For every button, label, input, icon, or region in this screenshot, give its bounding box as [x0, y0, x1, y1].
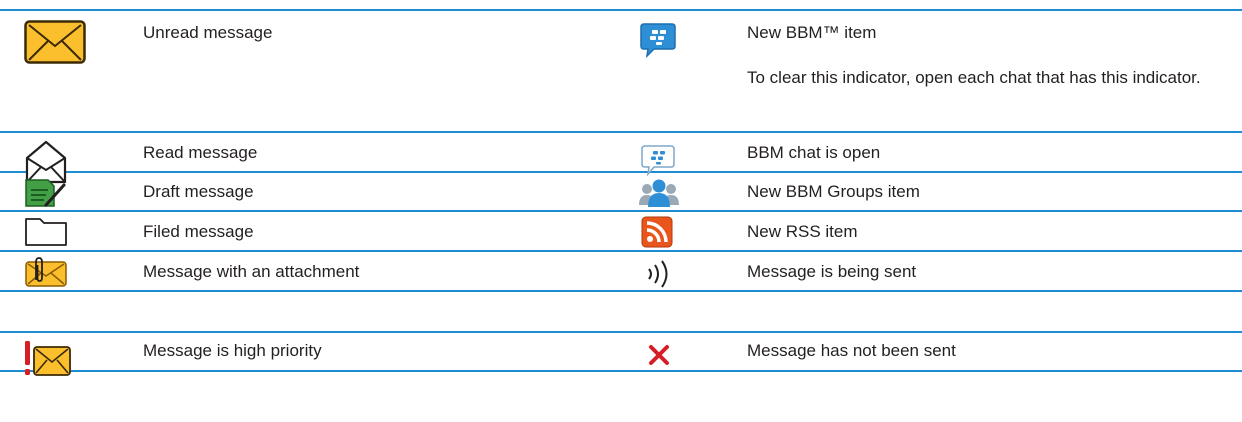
row-divider	[0, 171, 1242, 173]
bbm-groups-icon	[639, 179, 679, 207]
indicator-note: To clear this indicator, open each chat …	[747, 68, 1201, 87]
unread-envelope-icon	[24, 20, 86, 64]
row-divider	[0, 131, 1242, 133]
row-divider	[0, 290, 1242, 292]
indicator-label: Message has not been sent	[747, 341, 956, 360]
indicator-label: Message with an attachment	[143, 262, 360, 281]
bbm-chat-open-icon	[641, 145, 675, 176]
rss-icon	[641, 216, 673, 248]
indicator-label: New RSS item	[747, 222, 858, 241]
indicator-label: Read message	[143, 143, 258, 162]
row-divider	[0, 331, 1242, 333]
row-divider	[0, 210, 1242, 212]
sending-waves-icon	[648, 260, 668, 288]
attachment-envelope-icon	[25, 257, 67, 287]
indicator-label: BBM chat is open	[747, 143, 881, 162]
row-divider	[0, 370, 1242, 372]
indicator-label: Filed message	[143, 222, 254, 241]
folder-icon	[25, 218, 67, 246]
indicator-label: New BBM Groups item	[747, 182, 920, 201]
indicator-label: Draft message	[143, 182, 254, 201]
draft-message-icon	[25, 179, 66, 207]
indicator-label: Message is high priority	[143, 341, 322, 360]
bbm-new-item-icon	[640, 23, 676, 58]
indicator-label: Unread message	[143, 23, 273, 42]
row-divider	[0, 250, 1242, 252]
not-sent-x-icon	[649, 345, 669, 365]
row-divider	[0, 9, 1242, 11]
indicator-label: Message is being sent	[747, 262, 917, 281]
indicator-label: New BBM™ item	[747, 23, 877, 42]
high-priority-envelope-icon	[25, 341, 71, 376]
